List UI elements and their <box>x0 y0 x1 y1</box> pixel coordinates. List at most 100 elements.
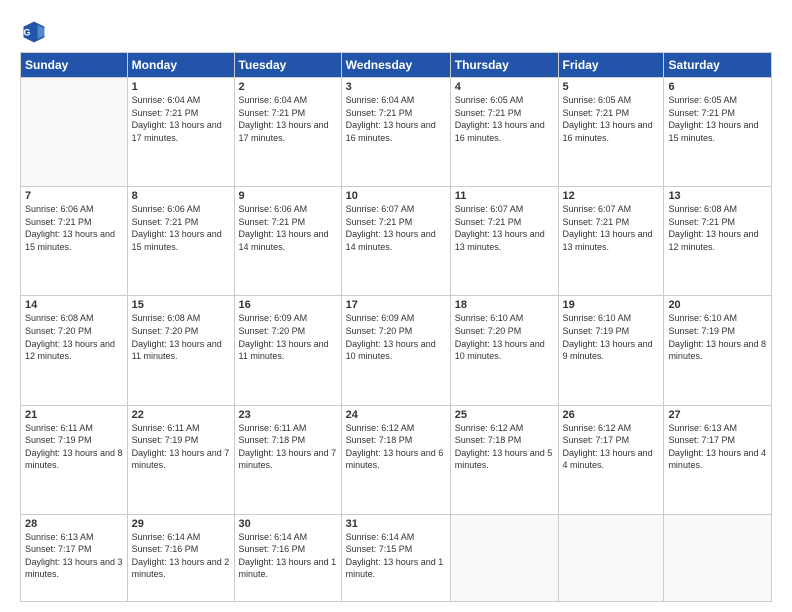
calendar-table: SundayMondayTuesdayWednesdayThursdayFrid… <box>20 52 772 602</box>
day-info: Sunrise: 6:10 AMSunset: 7:19 PMDaylight:… <box>668 312 767 362</box>
day-number: 11 <box>455 190 554 202</box>
calendar-cell: 10Sunrise: 6:07 AMSunset: 7:21 PMDayligh… <box>341 187 450 296</box>
calendar-cell <box>450 514 558 601</box>
day-number: 26 <box>563 409 660 421</box>
day-info: Sunrise: 6:08 AMSunset: 7:21 PMDaylight:… <box>668 203 767 253</box>
day-number: 9 <box>239 190 337 202</box>
day-info: Sunrise: 6:08 AMSunset: 7:20 PMDaylight:… <box>132 312 230 362</box>
day-number: 23 <box>239 409 337 421</box>
day-info: Sunrise: 6:05 AMSunset: 7:21 PMDaylight:… <box>563 94 660 144</box>
day-number: 21 <box>25 409 123 421</box>
calendar-week-row: 21Sunrise: 6:11 AMSunset: 7:19 PMDayligh… <box>21 405 772 514</box>
day-info: Sunrise: 6:07 AMSunset: 7:21 PMDaylight:… <box>563 203 660 253</box>
calendar-cell: 1Sunrise: 6:04 AMSunset: 7:21 PMDaylight… <box>127 78 234 187</box>
day-number: 4 <box>455 81 554 93</box>
calendar-cell <box>21 78 128 187</box>
day-info: Sunrise: 6:04 AMSunset: 7:21 PMDaylight:… <box>239 94 337 144</box>
day-of-week-header: Thursday <box>450 53 558 78</box>
day-info: Sunrise: 6:08 AMSunset: 7:20 PMDaylight:… <box>25 312 123 362</box>
day-number: 10 <box>346 190 446 202</box>
calendar-cell: 16Sunrise: 6:09 AMSunset: 7:20 PMDayligh… <box>234 296 341 405</box>
day-info: Sunrise: 6:13 AMSunset: 7:17 PMDaylight:… <box>668 422 767 472</box>
day-info: Sunrise: 6:11 AMSunset: 7:18 PMDaylight:… <box>239 422 337 472</box>
day-info: Sunrise: 6:14 AMSunset: 7:16 PMDaylight:… <box>132 531 230 581</box>
calendar-header-row: SundayMondayTuesdayWednesdayThursdayFrid… <box>21 53 772 78</box>
calendar-week-row: 1 Sunrise: 6:04 AMSunset: 7:21 PMDaylight… <box>21 78 772 187</box>
day-number: 31 <box>346 518 446 530</box>
day-info: Sunrise: 6:12 AMSunset: 7:18 PMDaylight:… <box>455 422 554 472</box>
day-number: 15 <box>132 299 230 311</box>
calendar-cell: 7Sunrise: 6:06 AMSunset: 7:21 PMDaylight… <box>21 187 128 296</box>
day-number: 27 <box>668 409 767 421</box>
calendar-cell: 3Sunrise: 6:04 AMSunset: 7:21 PMDaylight… <box>341 78 450 187</box>
calendar-cell: 26Sunrise: 6:12 AMSunset: 7:17 PMDayligh… <box>558 405 664 514</box>
day-number: 29 <box>132 518 230 530</box>
day-number: 24 <box>346 409 446 421</box>
day-number: 8 <box>132 190 230 202</box>
calendar-cell: 8Sunrise: 6:06 AMSunset: 7:21 PMDaylight… <box>127 187 234 296</box>
day-number: 18 <box>455 299 554 311</box>
page: G SundayMondayTuesdayWednesdayThursdayFr… <box>0 0 792 612</box>
calendar-week-row: 7 Sunrise: 6:06 AMSunset: 7:21 PMDaylight… <box>21 187 772 296</box>
day-info: Sunrise: 6:07 AMSunset: 7:21 PMDaylight:… <box>455 203 554 253</box>
day-number: 30 <box>239 518 337 530</box>
calendar-cell: 23Sunrise: 6:11 AMSunset: 7:18 PMDayligh… <box>234 405 341 514</box>
calendar-cell: 4Sunrise: 6:05 AMSunset: 7:21 PMDaylight… <box>450 78 558 187</box>
calendar-cell: 20Sunrise: 6:10 AMSunset: 7:19 PMDayligh… <box>664 296 772 405</box>
day-info: Sunrise: 6:14 AMSunset: 7:15 PMDaylight:… <box>346 531 446 581</box>
day-of-week-header: Saturday <box>664 53 772 78</box>
header-area: G <box>20 18 772 46</box>
calendar-cell: 28Sunrise: 6:13 AMSunset: 7:17 PMDayligh… <box>21 514 128 601</box>
day-number: 7 <box>25 190 123 202</box>
day-info: Sunrise: 6:14 AMSunset: 7:16 PMDaylight:… <box>239 531 337 581</box>
calendar-cell: 27Sunrise: 6:13 AMSunset: 7:17 PMDayligh… <box>664 405 772 514</box>
calendar-cell: 24Sunrise: 6:12 AMSunset: 7:18 PMDayligh… <box>341 405 450 514</box>
day-number: 16 <box>239 299 337 311</box>
day-number: 28 <box>25 518 123 530</box>
calendar-cell: 31Sunrise: 6:14 AMSunset: 7:15 PMDayligh… <box>341 514 450 601</box>
calendar-cell: 29Sunrise: 6:14 AMSunset: 7:16 PMDayligh… <box>127 514 234 601</box>
day-number: 3 <box>346 81 446 93</box>
day-of-week-header: Tuesday <box>234 53 341 78</box>
logo-icon: G <box>20 18 48 46</box>
day-info: Sunrise: 6:05 AMSunset: 7:21 PMDaylight:… <box>455 94 554 144</box>
calendar-week-row: 28Sunrise: 6:13 AMSunset: 7:17 PMDayligh… <box>21 514 772 601</box>
day-of-week-header: Sunday <box>21 53 128 78</box>
calendar-cell: 2Sunrise: 6:04 AMSunset: 7:21 PMDaylight… <box>234 78 341 187</box>
calendar-cell: 5Sunrise: 6:05 AMSunset: 7:21 PMDaylight… <box>558 78 664 187</box>
day-number: 2 <box>239 81 337 93</box>
day-info: Sunrise: 6:12 AMSunset: 7:17 PMDaylight:… <box>563 422 660 472</box>
logo: G <box>20 18 52 46</box>
day-info: Sunrise: 6:10 AMSunset: 7:20 PMDaylight:… <box>455 312 554 362</box>
day-info: Sunrise: 6:13 AMSunset: 7:17 PMDaylight:… <box>25 531 123 581</box>
calendar-cell: 9Sunrise: 6:06 AMSunset: 7:21 PMDaylight… <box>234 187 341 296</box>
day-info: Sunrise: 6:12 AMSunset: 7:18 PMDaylight:… <box>346 422 446 472</box>
calendar-cell: 15Sunrise: 6:08 AMSunset: 7:20 PMDayligh… <box>127 296 234 405</box>
day-of-week-header: Monday <box>127 53 234 78</box>
day-number: 17 <box>346 299 446 311</box>
calendar-week-row: 14Sunrise: 6:08 AMSunset: 7:20 PMDayligh… <box>21 296 772 405</box>
calendar-cell: 14Sunrise: 6:08 AMSunset: 7:20 PMDayligh… <box>21 296 128 405</box>
calendar-cell <box>558 514 664 601</box>
day-number: 1 <box>132 81 230 93</box>
day-of-week-header: Wednesday <box>341 53 450 78</box>
day-number: 19 <box>563 299 660 311</box>
day-number: 14 <box>25 299 123 311</box>
day-info: Sunrise: 6:04 AMSunset: 7:21 PMDaylight:… <box>346 94 446 144</box>
calendar-cell: 6Sunrise: 6:05 AMSunset: 7:21 PMDaylight… <box>664 78 772 187</box>
day-info: Sunrise: 6:11 AMSunset: 7:19 PMDaylight:… <box>25 422 123 472</box>
day-info: Sunrise: 6:09 AMSunset: 7:20 PMDaylight:… <box>239 312 337 362</box>
calendar-cell: 18Sunrise: 6:10 AMSunset: 7:20 PMDayligh… <box>450 296 558 405</box>
calendar-cell: 12Sunrise: 6:07 AMSunset: 7:21 PMDayligh… <box>558 187 664 296</box>
day-number: 13 <box>668 190 767 202</box>
day-info: Sunrise: 6:06 AMSunset: 7:21 PMDaylight:… <box>239 203 337 253</box>
calendar-cell: 11Sunrise: 6:07 AMSunset: 7:21 PMDayligh… <box>450 187 558 296</box>
day-info: Sunrise: 6:06 AMSunset: 7:21 PMDaylight:… <box>132 203 230 253</box>
calendar-cell: 30Sunrise: 6:14 AMSunset: 7:16 PMDayligh… <box>234 514 341 601</box>
day-of-week-header: Friday <box>558 53 664 78</box>
calendar-cell: 25Sunrise: 6:12 AMSunset: 7:18 PMDayligh… <box>450 405 558 514</box>
calendar-cell: 21Sunrise: 6:11 AMSunset: 7:19 PMDayligh… <box>21 405 128 514</box>
day-number: 6 <box>668 81 767 93</box>
day-number: 22 <box>132 409 230 421</box>
day-number: 20 <box>668 299 767 311</box>
